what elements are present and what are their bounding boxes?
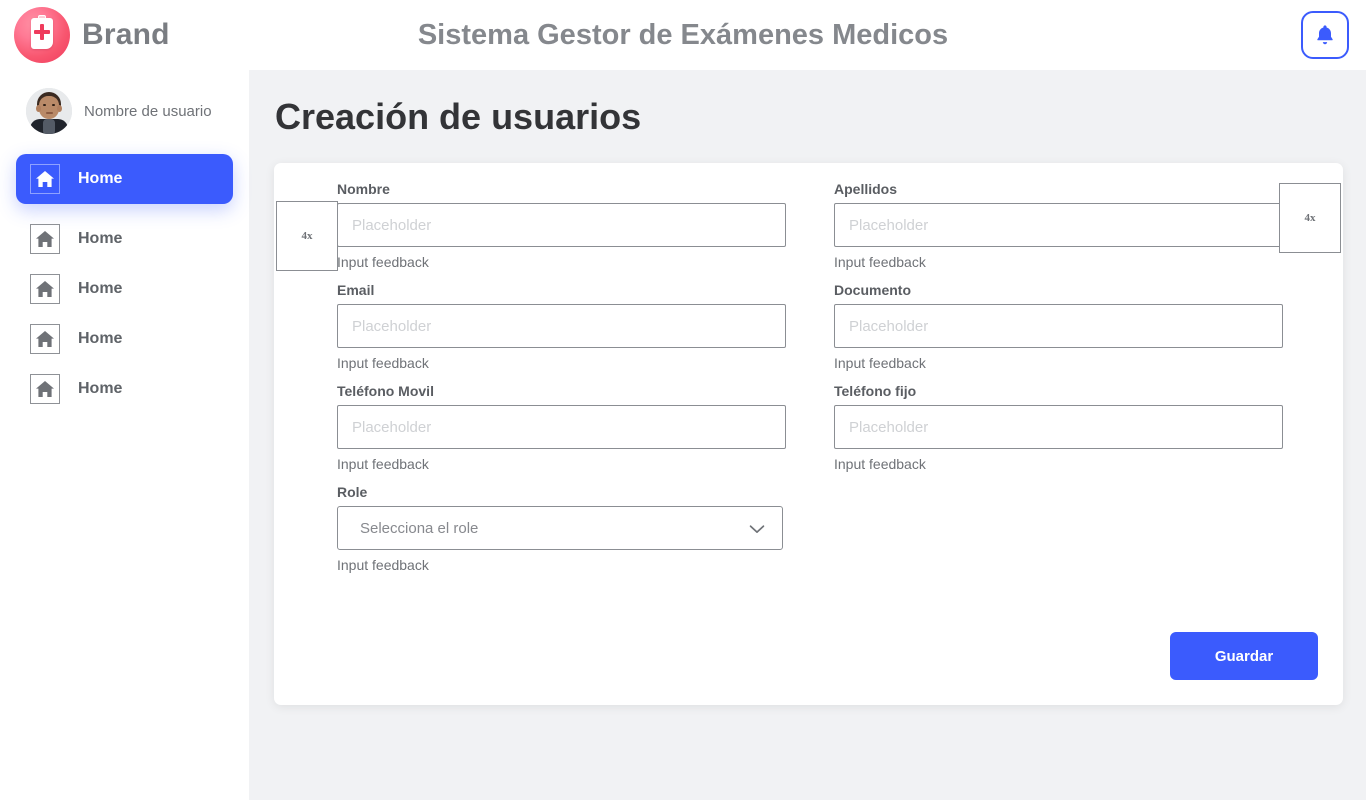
nombre-input[interactable] [337,203,786,247]
home-icon [30,374,60,404]
grid-gap [834,484,1283,585]
telefono-movil-input[interactable] [337,405,786,449]
save-button[interactable]: Guardar [1170,632,1318,680]
home-icon [30,274,60,304]
grid-gap [786,282,834,383]
sidebar: Nombre de usuario Home Home Home Home Ho… [0,70,249,800]
field-telefono-fijo: Teléfono fijo Input feedback [834,383,1283,472]
sidebar-item-label: Home [78,330,123,347]
home-icon [30,164,60,194]
page-title: Creación de usuarios [275,96,642,137]
zoom-annotation-right: 4x [1279,183,1341,253]
field-email: Email Input feedback [337,282,786,371]
medical-clipboard-logo-icon [14,7,70,63]
feedback-telefono-movil: Input feedback [337,456,429,472]
label-telefono-movil: Teléfono Movil [337,383,434,399]
role-select[interactable]: Selecciona el role [337,506,783,550]
field-apellidos: Apellidos Input feedback [834,181,1283,270]
home-icon [30,224,60,254]
home-icon [30,324,60,354]
feedback-role: Input feedback [337,557,429,573]
email-input[interactable] [337,304,786,348]
user-form: Nombre Input feedback Apellidos Input fe… [337,181,1287,585]
sidebar-user[interactable]: Nombre de usuario [0,70,249,134]
role-select-wrapper: Selecciona el role [337,506,783,550]
sidebar-item-label: Home [78,280,123,297]
sidebar-user-name: Nombre de usuario [84,102,212,120]
feedback-telefono-fijo: Input feedback [834,456,926,472]
brand-label: Brand [82,18,170,51]
feedback-documento: Input feedback [834,355,926,371]
zoom-annotation-left: 4x [276,201,338,271]
sidebar-item-label: Home [78,380,123,397]
sidebar-nav: Home Home Home Home Home [0,154,249,414]
grid-gap [786,484,834,585]
sidebar-item-label: Home [78,230,123,247]
avatar [26,88,72,134]
label-email: Email [337,282,375,298]
sidebar-item-home-3[interactable]: Home [16,264,233,314]
label-documento: Documento [834,282,911,298]
field-telefono-movil: Teléfono Movil Input feedback [337,383,786,472]
user-creation-card: Nombre Input feedback Apellidos Input fe… [274,163,1343,705]
notifications-button[interactable] [1301,11,1349,59]
role-select-value: Selecciona el role [360,519,479,537]
apellidos-input[interactable] [834,203,1283,247]
label-role: Role [337,484,368,500]
field-role: Role Selecciona el role Input feedback [337,484,786,573]
main-content: Creación de usuarios Nombre Input feedba… [249,70,1366,800]
sidebar-item-home-1[interactable]: Home [16,154,233,204]
label-apellidos: Apellidos [834,181,898,197]
feedback-apellidos: Input feedback [834,254,926,270]
save-row: Guardar [1170,632,1318,680]
grid-gap [786,181,834,282]
documento-input[interactable] [834,304,1283,348]
feedback-nombre: Input feedback [337,254,429,270]
label-telefono-fijo: Teléfono fijo [834,383,917,399]
feedback-email: Input feedback [337,355,429,371]
field-nombre: Nombre Input feedback [337,181,786,270]
field-documento: Documento Input feedback [834,282,1283,371]
sidebar-item-label: Home [78,170,123,187]
grid-gap [786,383,834,484]
bell-icon [1317,25,1333,45]
label-nombre: Nombre [337,181,390,197]
sidebar-item-home-2[interactable]: Home [16,214,233,264]
telefono-fijo-input[interactable] [834,405,1283,449]
sidebar-item-home-5[interactable]: Home [16,364,233,414]
sidebar-item-home-4[interactable]: Home [16,314,233,364]
brand-block[interactable]: Brand [14,7,250,63]
top-bar: Brand Sistema Gestor de Exámenes Medicos [0,0,1366,70]
